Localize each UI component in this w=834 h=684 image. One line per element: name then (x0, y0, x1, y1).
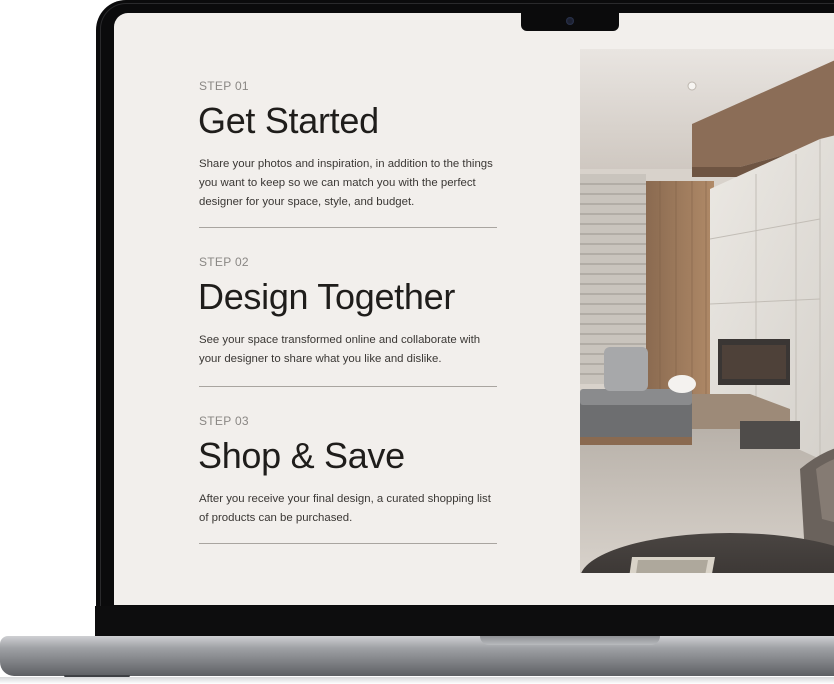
laptop-shadow (0, 677, 834, 684)
step-divider (199, 543, 497, 544)
camera-icon (566, 17, 574, 25)
step-description: After you receive your final design, a c… (199, 493, 491, 524)
step-label: STEP 01 (199, 79, 249, 93)
step-divider (199, 386, 497, 387)
step-description: See your space transformed online and co… (199, 334, 481, 365)
screen: STEP 01 Get Started Share your photos an… (114, 13, 834, 605)
interior-photo-illustration (580, 49, 834, 573)
step-title: Design Together (198, 276, 456, 317)
step-divider (199, 227, 497, 228)
step-label: STEP 02 (199, 255, 249, 269)
step-description: Share your photos and inspiration, in ad… (199, 158, 493, 208)
camera-notch (521, 12, 619, 31)
laptop-base (0, 636, 834, 676)
interior-photo (580, 49, 834, 573)
step-title: Get Started (198, 100, 379, 141)
step-label: STEP 03 (199, 414, 249, 428)
step-title: Shop & Save (198, 435, 405, 476)
laptop-opening-groove (480, 636, 660, 645)
laptop-chin (95, 606, 834, 636)
